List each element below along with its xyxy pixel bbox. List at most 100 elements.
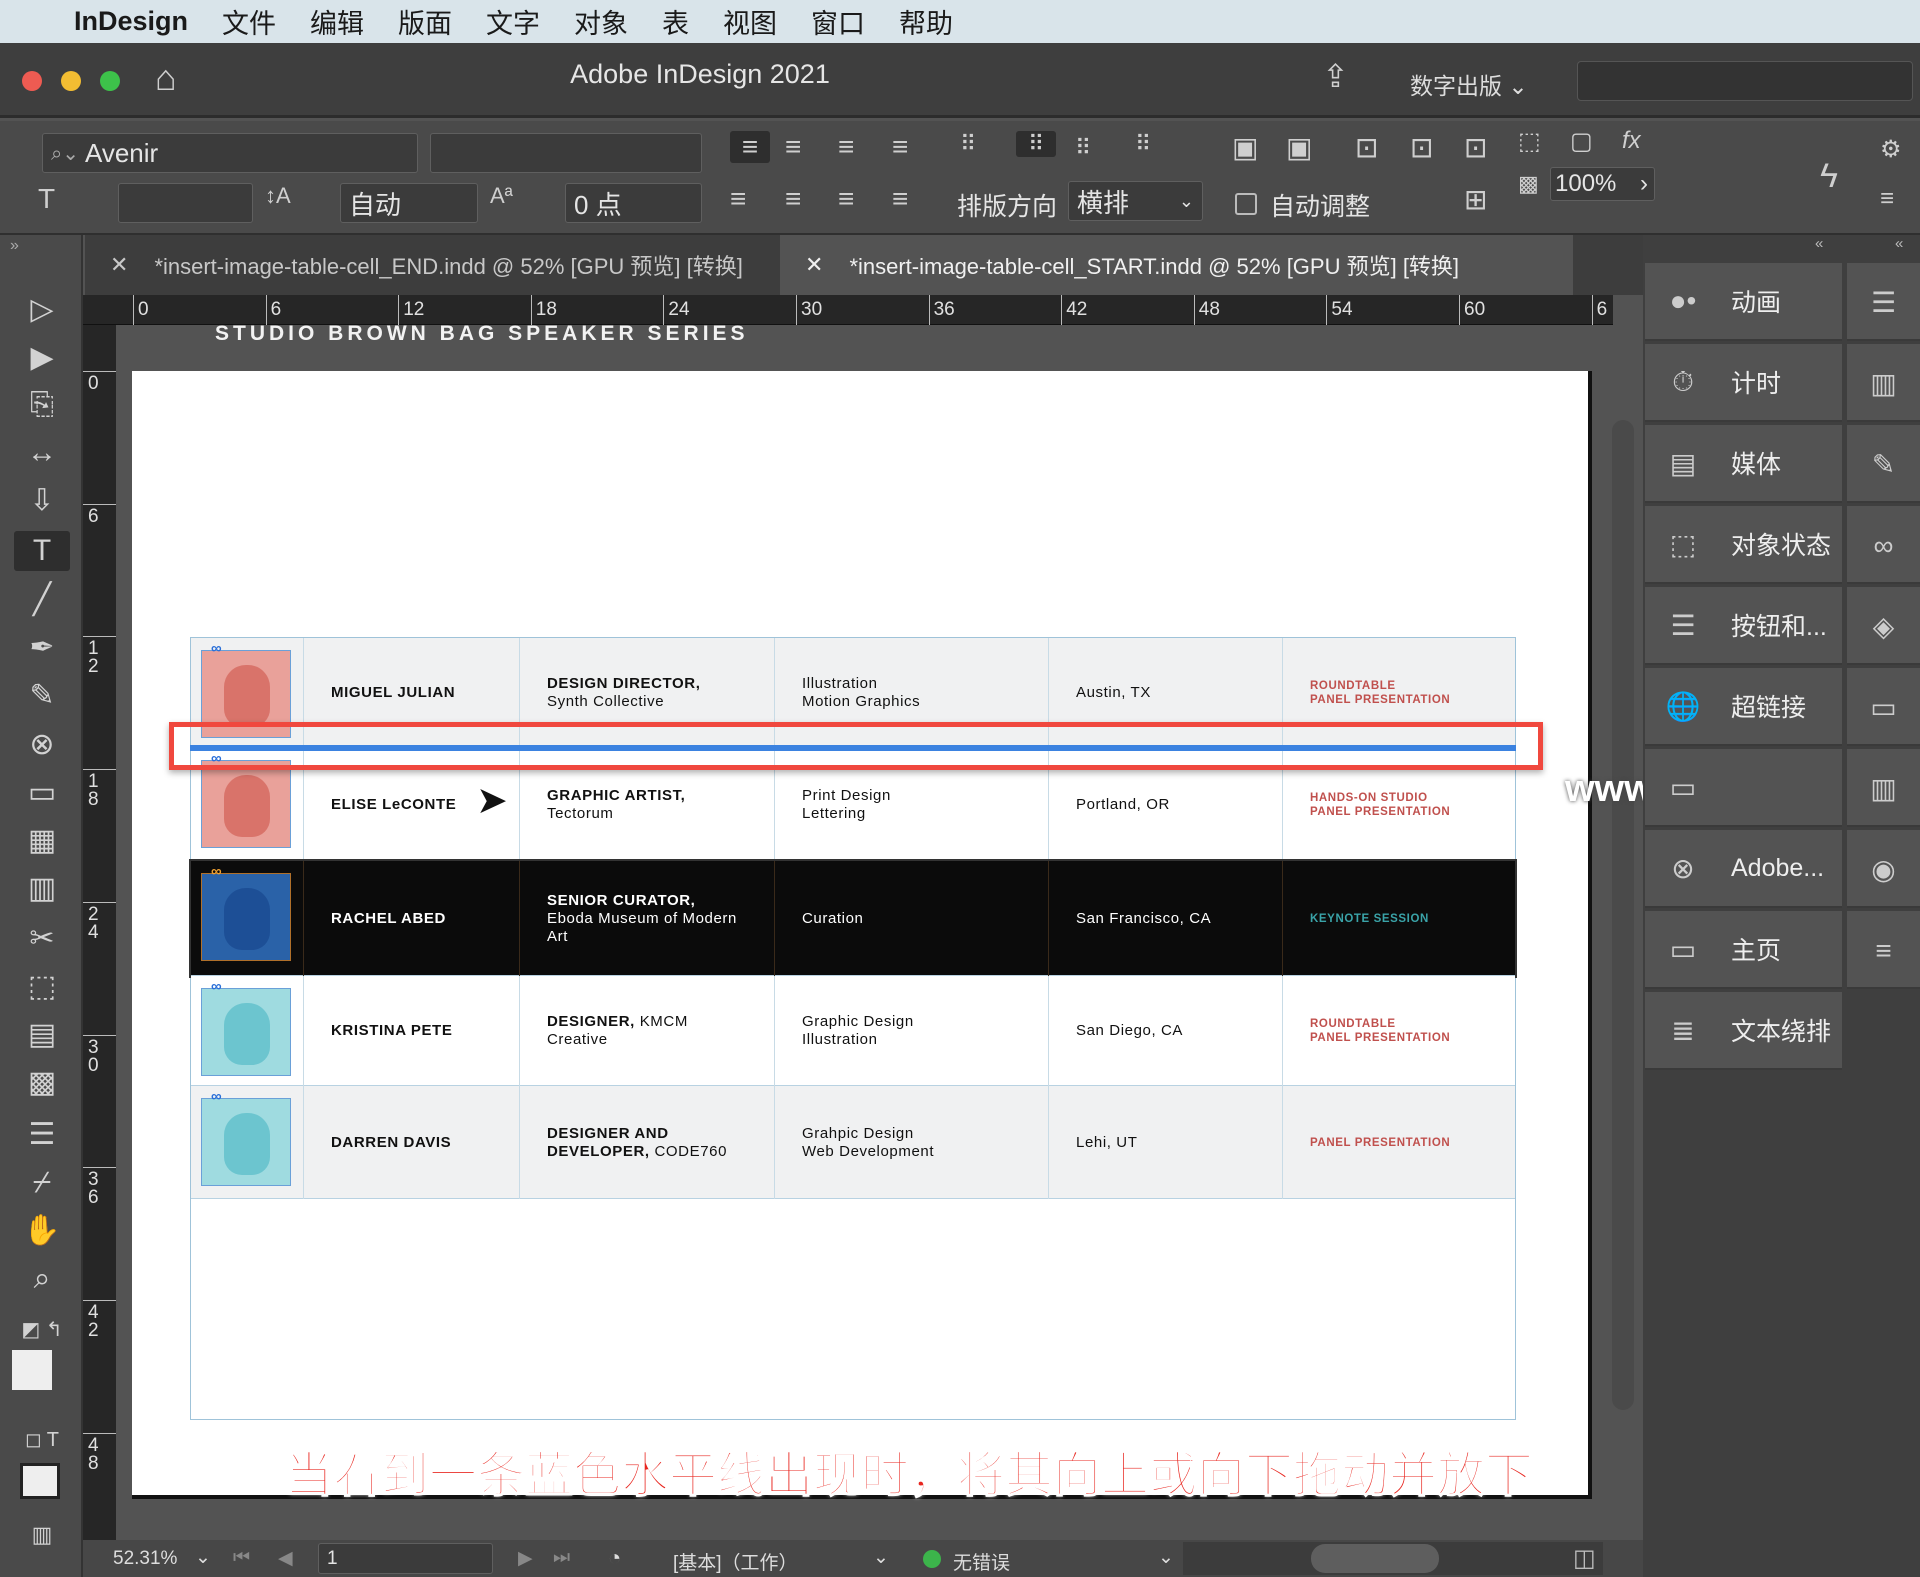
vertical-ruler[interactable]: 0 6 12 18 24 30 36 42 48	[83, 325, 116, 1540]
eyedropper-tool-icon[interactable]: ⌿	[14, 1163, 70, 1203]
tab-end-document[interactable]: ✕ *insert-image-table-cell_END.indd @ 52%…	[85, 235, 780, 295]
avatar-image[interactable]	[201, 988, 291, 1076]
pen-tool-icon[interactable]: ✒	[14, 628, 70, 668]
format-container-icon[interactable]: ◻ T	[14, 1420, 70, 1460]
master-status[interactable]: [基本]（工作）	[673, 1548, 798, 1575]
fill-swatch[interactable]	[12, 1350, 52, 1390]
link-icon[interactable]: ∞	[211, 978, 222, 995]
chevron-down-icon[interactable]: ⌄	[195, 1546, 211, 1569]
avatar-image[interactable]	[201, 760, 291, 848]
direction-dropdown[interactable]: 横排 ⌄	[1068, 181, 1203, 221]
pencil-tool-icon[interactable]: ✎	[14, 676, 70, 716]
grid-1-icon[interactable]: ⠿	[960, 131, 976, 157]
document-page[interactable]: ∞ MIGUEL JULIAN DESIGN DIRECTOR, Synth Col…	[132, 371, 1592, 1499]
note-tool-icon[interactable]: ☰	[14, 1115, 70, 1155]
expand-toolbox-icon[interactable]: »	[10, 237, 19, 255]
menu-table[interactable]: 表	[662, 2, 689, 41]
zoom-tool-icon[interactable]: ⌕	[14, 1259, 70, 1299]
fit-content-icon[interactable]: ▣	[1232, 131, 1258, 164]
collapse-panels-icon[interactable]: «	[1815, 235, 1823, 252]
dock-icon-0[interactable]: ☰	[1847, 263, 1920, 341]
link-icon[interactable]: ∞	[211, 640, 222, 657]
collapse-panels-icon[interactable]: «	[1895, 235, 1903, 252]
align-right-icon[interactable]: ≡	[838, 131, 854, 163]
panel-hyperlink[interactable]: 🌐 超链接	[1645, 668, 1842, 746]
page-number-field[interactable]: 1	[318, 1543, 493, 1574]
open-page-icon[interactable]: ◔	[608, 1545, 621, 1571]
gear-icon[interactable]: ⚙	[1880, 135, 1902, 164]
justify-right-icon[interactable]: ≡	[838, 183, 854, 215]
gap-tool-icon[interactable]: ↔	[14, 433, 70, 473]
close-icon[interactable]: ✕	[805, 252, 823, 278]
dock-icon-4[interactable]: ◈	[1847, 587, 1920, 665]
first-page-icon[interactable]: ⏮	[233, 1547, 250, 1569]
leading-field[interactable]: 自动	[340, 183, 478, 223]
search-input[interactable]	[1577, 61, 1913, 101]
panel-media[interactable]: ▤ 媒体	[1645, 425, 1842, 503]
justify-left-icon[interactable]: ≡	[730, 183, 746, 215]
panel-timer[interactable]: ⏱ 计时	[1645, 344, 1842, 422]
last-page-icon[interactable]: ⏭	[553, 1547, 570, 1569]
close-icon[interactable]: ✕	[110, 252, 128, 278]
menu-window[interactable]: 窗口	[811, 2, 865, 41]
page-tool-icon[interactable]: ⎘	[14, 385, 70, 425]
menu-help[interactable]: 帮助	[899, 2, 953, 41]
split-view-icon[interactable]: ◫	[1573, 1544, 1596, 1573]
table-row[interactable]: ∞ RACHEL ABED SENIOR CURATOR, Eboda Museum…	[189, 859, 1517, 978]
panel-home-page[interactable]: ▭ 主页	[1645, 911, 1842, 989]
effects-fx-icon[interactable]: fx	[1622, 127, 1641, 155]
fit-proportional-icon[interactable]: ⊡	[1464, 131, 1487, 164]
line-tool-icon[interactable]: ╱	[14, 580, 70, 620]
vertical-scrollbar[interactable]	[1612, 420, 1634, 1410]
baseline-shift-field[interactable]: 0 点	[565, 183, 702, 223]
dock-icon-1[interactable]: ▥	[1847, 344, 1920, 422]
fill-frame-icon[interactable]: ⊡	[1410, 131, 1433, 164]
panel-share[interactable]: ⊗ Adobe...	[1645, 830, 1842, 908]
panel-menu-icon[interactable]: ≡	[1880, 185, 1894, 213]
horizontal-ruler[interactable]: 0 6 12 18 24 30 36 42 48 54 60 6	[83, 295, 1613, 325]
scissors-tool-icon[interactable]: ✂	[14, 919, 70, 959]
zoom-level[interactable]: 52.31%	[113, 1548, 177, 1570]
menu-type[interactable]: 文字	[486, 2, 540, 41]
grid-3-icon[interactable]: ⠿	[1075, 135, 1091, 161]
justify-all-icon[interactable]: ≡	[892, 183, 908, 215]
link-icon[interactable]: ∞	[211, 1088, 222, 1105]
view-mode-icon[interactable]	[20, 1463, 60, 1499]
table-row[interactable]: ∞ KRISTINA PETE DESIGNER, KMCM Creative Gra…	[191, 976, 1515, 1086]
workspace-switcher[interactable]: 数字出版 ⌄	[1410, 67, 1528, 101]
frame-fitting-icon[interactable]: ⊞	[1464, 183, 1487, 216]
prev-page-icon[interactable]: ◀	[278, 1547, 293, 1570]
menu-file[interactable]: 文件	[222, 2, 276, 41]
chevron-down-icon[interactable]: ⌄	[1158, 1546, 1174, 1569]
center-content-icon[interactable]: ⊡	[1355, 131, 1378, 164]
panel-object-states[interactable]: ⬚ 对象状态	[1645, 506, 1842, 584]
panel-buttons[interactable]: ☰ 按钮和...	[1645, 587, 1842, 665]
justify-center-icon[interactable]: ≡	[785, 183, 801, 215]
swap-colors-icon[interactable]: ◩ ↰	[14, 1310, 70, 1350]
fit-frame-icon[interactable]: ▣	[1286, 131, 1312, 164]
selection-tool-icon[interactable]: ▷	[14, 290, 70, 330]
gradient-feather-tool-icon[interactable]: ▩	[14, 1063, 70, 1103]
link-icon[interactable]: ∞	[211, 863, 222, 880]
avatar-image[interactable]	[201, 873, 291, 961]
share-icon[interactable]: ⇪	[1322, 57, 1349, 95]
chevron-down-icon[interactable]: ⌄	[873, 1546, 889, 1569]
menu-view[interactable]: 视图	[723, 2, 777, 41]
content-collector-icon[interactable]: ⇩	[14, 481, 70, 521]
panel-text-wrap[interactable]: ≣ 文本绕排	[1645, 992, 1842, 1070]
ellipse-frame-tool-icon[interactable]: ⊗	[14, 725, 70, 765]
scrollbar-thumb[interactable]	[1311, 1544, 1439, 1573]
tab-start-document[interactable]: ✕ *insert-image-table-cell_START.indd @ 5…	[780, 235, 1573, 295]
quick-apply-icon[interactable]: ϟ	[1820, 157, 1838, 196]
font-family-field[interactable]: ⌕⌄ Avenir	[42, 133, 418, 173]
preflight-status[interactable]: 无错误	[953, 1548, 1010, 1575]
menu-layout[interactable]: 版面	[398, 2, 452, 41]
next-page-icon[interactable]: ▶	[518, 1547, 533, 1570]
dock-icon-2[interactable]: ✎	[1847, 425, 1920, 503]
gradient-tool-icon[interactable]: ▤	[14, 1015, 70, 1055]
dock-icon-6[interactable]: ▥	[1847, 749, 1920, 827]
font-size-field[interactable]	[118, 183, 253, 223]
dock-icon-3[interactable]: ∞	[1847, 506, 1920, 584]
align-center-icon[interactable]: ≡	[785, 131, 801, 163]
table-row[interactable]: ∞ DARREN DAVIS DESIGNER AND DEVELOPER, COD…	[191, 1086, 1515, 1199]
